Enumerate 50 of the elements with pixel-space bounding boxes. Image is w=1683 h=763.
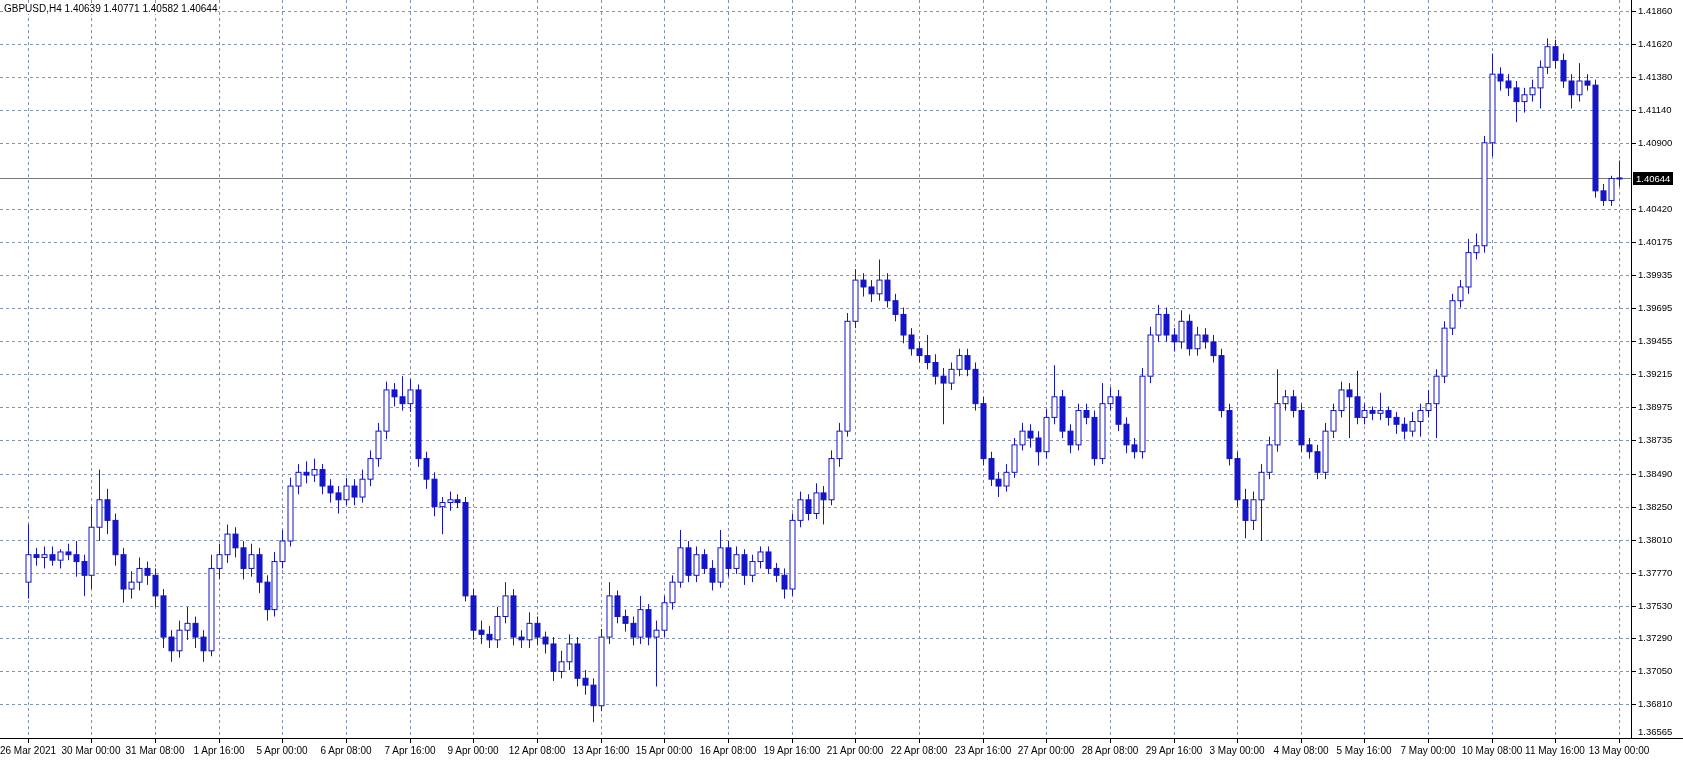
x-axis-label: 19 Apr 16:00: [763, 745, 821, 756]
x-axis-label: 13 May 00:00: [1588, 745, 1650, 756]
y-axis-label: 1.36565: [1638, 726, 1673, 738]
y-axis-label: 1.37050: [1638, 665, 1673, 677]
x-axis-label: 7 May 00:00: [1400, 745, 1456, 756]
y-axis-label: 1.37290: [1638, 632, 1673, 644]
y-axis-label: 1.39935: [1638, 269, 1673, 281]
x-axis-label: 28 Apr 08:00: [1081, 745, 1139, 756]
y-axis-label: 1.38735: [1638, 434, 1673, 446]
y-axis-label: 1.37770: [1638, 567, 1673, 579]
y-axis-label: 1.36810: [1638, 698, 1673, 710]
x-axis-label: 15 Apr 00:00: [635, 745, 693, 756]
x-axis-label: 9 Apr 00:00: [447, 745, 499, 756]
y-axis-label: 1.39455: [1638, 335, 1673, 347]
y-axis-label: 1.38490: [1638, 468, 1673, 480]
x-axis-label: 11 May 16:00: [1525, 745, 1585, 756]
x-axis-label: 10 May 08:00: [1461, 745, 1523, 756]
x-axis-label: 27 Apr 00:00: [1017, 745, 1075, 756]
y-axis-label: 1.40900: [1638, 137, 1673, 149]
x-axis-label: 21 Apr 00:00: [826, 745, 884, 756]
x-axis-label: 5 May 16:00: [1336, 745, 1392, 756]
y-axis-label: 1.38250: [1638, 501, 1673, 513]
y-axis-label: 1.41140: [1638, 104, 1672, 116]
current-price-tag: 1.40644: [1633, 172, 1674, 185]
x-axis-label: 30 Mar 00:00: [61, 745, 121, 756]
y-axis-label: 1.38010: [1638, 534, 1673, 546]
x-axis-label: 6 Apr 08:00: [320, 745, 372, 756]
chart-header: GBPUSD,H4 1.40639 1.40771 1.40582 1.40644: [4, 3, 218, 14]
y-axis-label: 1.39215: [1638, 368, 1673, 380]
x-axis-label: 12 Apr 08:00: [508, 745, 566, 756]
y-axis-label: 1.37530: [1638, 600, 1673, 612]
x-axis-label: 4 May 08:00: [1273, 745, 1329, 756]
x-axis-label: 26 Mar 2021: [0, 745, 57, 756]
x-axis-label: 31 Mar 08:00: [125, 745, 185, 756]
y-axis-label: 1.41860: [1638, 5, 1673, 17]
x-axis-label: 7 Apr 16:00: [384, 745, 436, 756]
x-axis-label: 1 Apr 16:00: [193, 745, 245, 756]
y-axis-label: 1.40420: [1638, 203, 1673, 215]
y-axis-label: 1.39695: [1638, 302, 1673, 314]
y-axis-label: 1.41380: [1638, 71, 1673, 83]
x-axis-label: 16 Apr 08:00: [699, 745, 757, 756]
x-axis-label: 3 May 00:00: [1209, 745, 1265, 756]
y-axis-label: 1.38975: [1638, 401, 1673, 413]
x-axis-label: 5 Apr 00:00: [256, 745, 308, 756]
x-axis-label: 22 Apr 08:00: [890, 745, 948, 756]
x-axis-label: 29 Apr 16:00: [1145, 745, 1203, 756]
y-axis-label: 1.40175: [1638, 236, 1673, 248]
x-axis-label: 23 Apr 16:00: [954, 745, 1012, 756]
y-axis-label: 1.41620: [1638, 38, 1673, 50]
x-axis-label: 13 Apr 16:00: [572, 745, 630, 756]
